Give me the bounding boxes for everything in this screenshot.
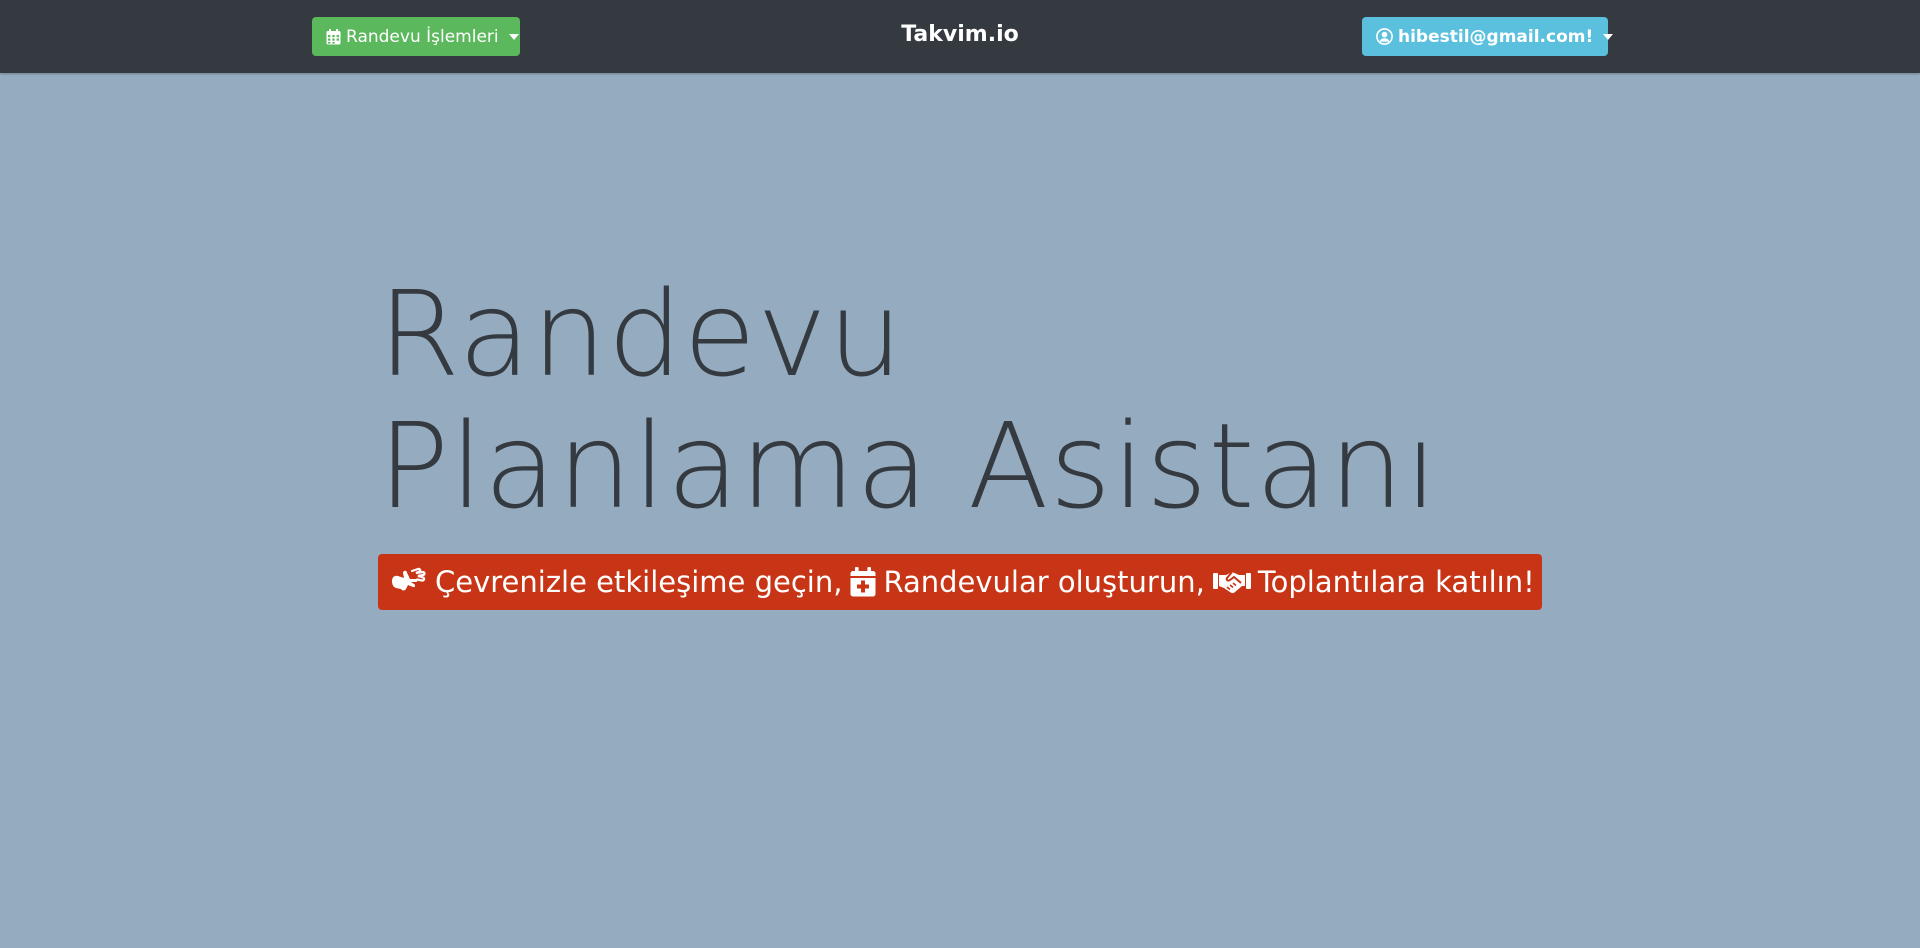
hero-title-line-1: Randevu: [378, 265, 904, 403]
banner-item-text: Çevrenizle etkileşime geçin,: [435, 565, 843, 599]
appointments-button-label: Randevu İşlemleri: [346, 26, 499, 47]
appointments-dropdown-button[interactable]: Randevu İşlemleri: [312, 17, 520, 56]
banner-item-text: Randevular oluşturun,: [883, 565, 1205, 599]
chevron-down-icon: [508, 33, 519, 40]
calendar-icon: [326, 28, 341, 45]
handshake-icon: [1212, 569, 1251, 595]
sign-language-icon: [390, 567, 428, 597]
brand-title[interactable]: Takvim.io: [860, 22, 1060, 47]
chevron-down-icon: [1603, 33, 1614, 40]
banner-item: Çevrenizle etkileşime geçin,: [390, 565, 842, 599]
top-navbar: Randevu İşlemleri Takvim.io hibestil@gma…: [0, 0, 1920, 73]
calendar-plus-icon: [850, 567, 876, 597]
hero-title-line-2: Planlama Asistanı: [378, 397, 1439, 535]
banner-item: Toplantılara katılın!: [1212, 565, 1535, 599]
user-circle-icon: [1376, 28, 1393, 45]
hero-title: Randevu Planlama Asistanı: [378, 268, 1439, 532]
user-dropdown-button[interactable]: hibestil@gmail.com!: [1362, 17, 1614, 56]
banner-item-text: Toplantılara katılın!: [1257, 565, 1535, 599]
banner-item: Randevular oluşturun,: [850, 565, 1205, 599]
tagline-banner: Çevrenizle etkileşime geçin, Randevular …: [378, 554, 1542, 610]
user-email-label: hibestil@gmail.com!: [1398, 26, 1594, 47]
